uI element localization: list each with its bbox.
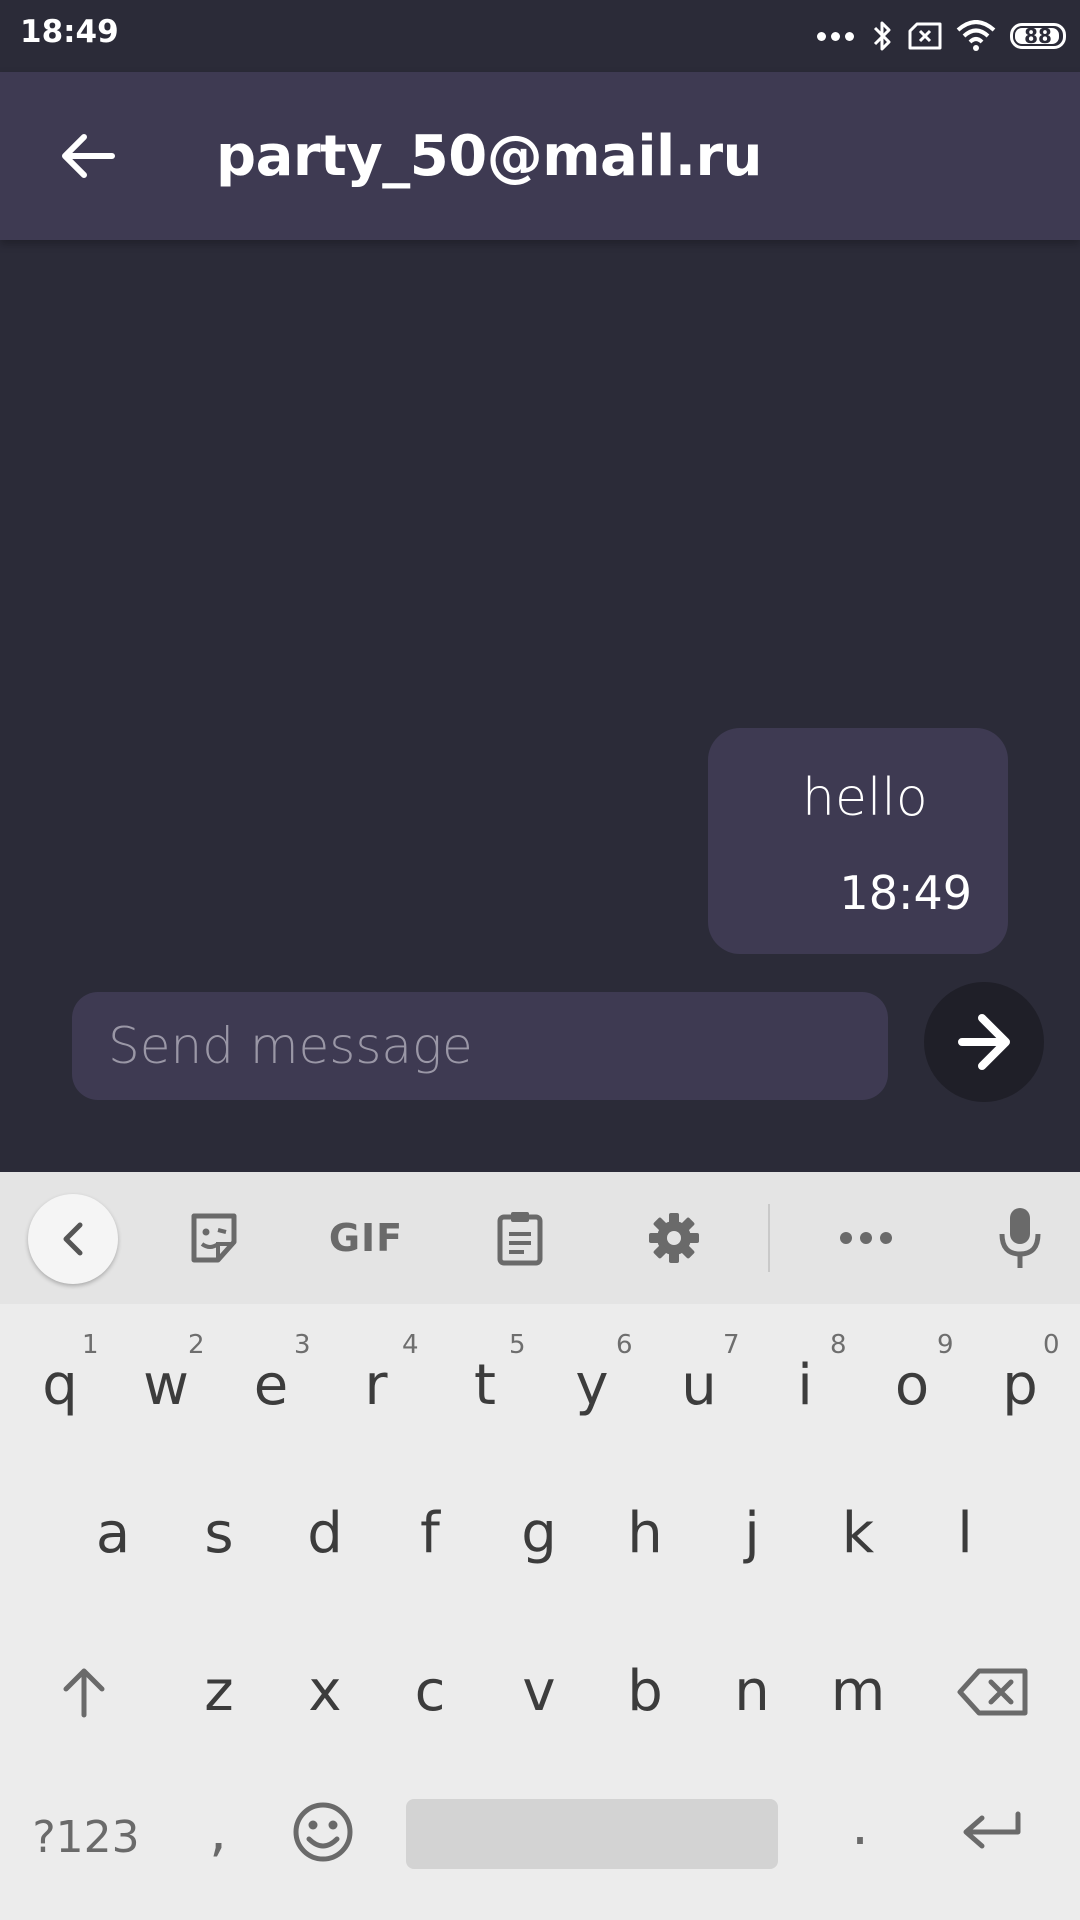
more-options-button[interactable] (836, 1198, 896, 1278)
key-v[interactable]: v (499, 1652, 579, 1732)
key-hint-5: 5 (509, 1330, 526, 1360)
key-hint-3: 3 (294, 1330, 311, 1360)
sticker-button[interactable] (184, 1198, 244, 1278)
key-c[interactable]: c (390, 1652, 470, 1732)
clipboard-button[interactable] (494, 1198, 546, 1278)
key-d[interactable]: d (285, 1494, 365, 1574)
backspace-icon (957, 1668, 1028, 1716)
message-input[interactable] (72, 992, 888, 1100)
key-hint-2: 2 (188, 1330, 205, 1360)
more-dots-icon (840, 1232, 892, 1244)
chat-title: party_50@mail.ru (216, 124, 762, 189)
key-z[interactable]: z (179, 1652, 259, 1732)
key-hint-9: 9 (937, 1330, 954, 1360)
key-h[interactable]: h (605, 1494, 685, 1574)
gif-label: GIF (328, 1216, 404, 1260)
keyboard-toolbar: GIF (0, 1172, 1080, 1304)
key-hint-0: 0 (1043, 1330, 1060, 1360)
chevron-left-icon (63, 1222, 83, 1256)
key-hint-4: 4 (402, 1330, 419, 1360)
key-k[interactable]: k (818, 1494, 898, 1574)
emoji-smiley-icon (293, 1802, 353, 1862)
emoji-key[interactable] (288, 1794, 358, 1870)
more-dots-icon (817, 31, 854, 41)
comma-key[interactable]: , (178, 1792, 258, 1872)
wifi-icon (956, 20, 996, 51)
key-x[interactable]: x (285, 1652, 365, 1732)
arrow-right-icon (958, 1014, 1010, 1070)
key-b[interactable]: b (605, 1652, 685, 1732)
period-key[interactable]: . (820, 1786, 900, 1866)
message-time: 18:49 (839, 866, 972, 920)
key-hint-1: 1 (82, 1330, 99, 1360)
app-bar: party_50@mail.ru (0, 72, 1080, 240)
backspace-key[interactable] (948, 1652, 1038, 1732)
sticker-icon (191, 1213, 237, 1263)
key-hint-6: 6 (616, 1330, 633, 1360)
status-bar: 18:49 88 (0, 0, 1080, 72)
microphone-icon (999, 1208, 1041, 1268)
back-button[interactable] (48, 116, 128, 196)
status-icons: 88 (817, 16, 1066, 56)
bluetooth-icon (873, 21, 891, 51)
settings-gear-icon (649, 1213, 699, 1263)
key-l[interactable]: l (925, 1494, 1005, 1574)
gif-button[interactable]: GIF (326, 1198, 406, 1278)
key-j[interactable]: j (712, 1494, 792, 1574)
enter-key[interactable] (952, 1794, 1032, 1870)
key-f[interactable]: f (390, 1494, 470, 1574)
battery-level: 88 (1024, 24, 1052, 48)
voice-input-button[interactable] (994, 1198, 1046, 1278)
clipboard-icon (497, 1212, 543, 1266)
send-button[interactable] (924, 982, 1044, 1102)
spacebar-key[interactable] (406, 1799, 778, 1869)
arrow-left-icon (62, 134, 115, 178)
collapse-keyboard-button[interactable] (28, 1194, 118, 1284)
message-text: hello (802, 768, 928, 828)
battery-icon: 88 (1010, 23, 1066, 49)
key-hint-7: 7 (723, 1330, 740, 1360)
status-time: 18:49 (20, 14, 119, 50)
toolbar-divider (768, 1204, 770, 1272)
key-a[interactable]: a (73, 1494, 153, 1574)
key-m[interactable]: m (818, 1652, 898, 1732)
key-hint-8: 8 (830, 1330, 847, 1360)
sim-blocked-icon (908, 22, 942, 50)
shift-key[interactable] (44, 1652, 124, 1732)
key-n[interactable]: n (712, 1652, 792, 1732)
key-s[interactable]: s (179, 1494, 259, 1574)
keyboard: GIF q w e r t y u i o p 1 2 3 4 5 6 7 8 … (0, 1172, 1080, 1920)
symbols-key[interactable]: ?123 (22, 1802, 150, 1874)
message-bubble-outgoing[interactable]: hello 18:49 (708, 728, 1008, 954)
key-g[interactable]: g (499, 1494, 579, 1574)
settings-button[interactable] (646, 1198, 702, 1278)
enter-return-icon (963, 1811, 1021, 1849)
shift-arrow-up-icon (63, 1668, 105, 1718)
